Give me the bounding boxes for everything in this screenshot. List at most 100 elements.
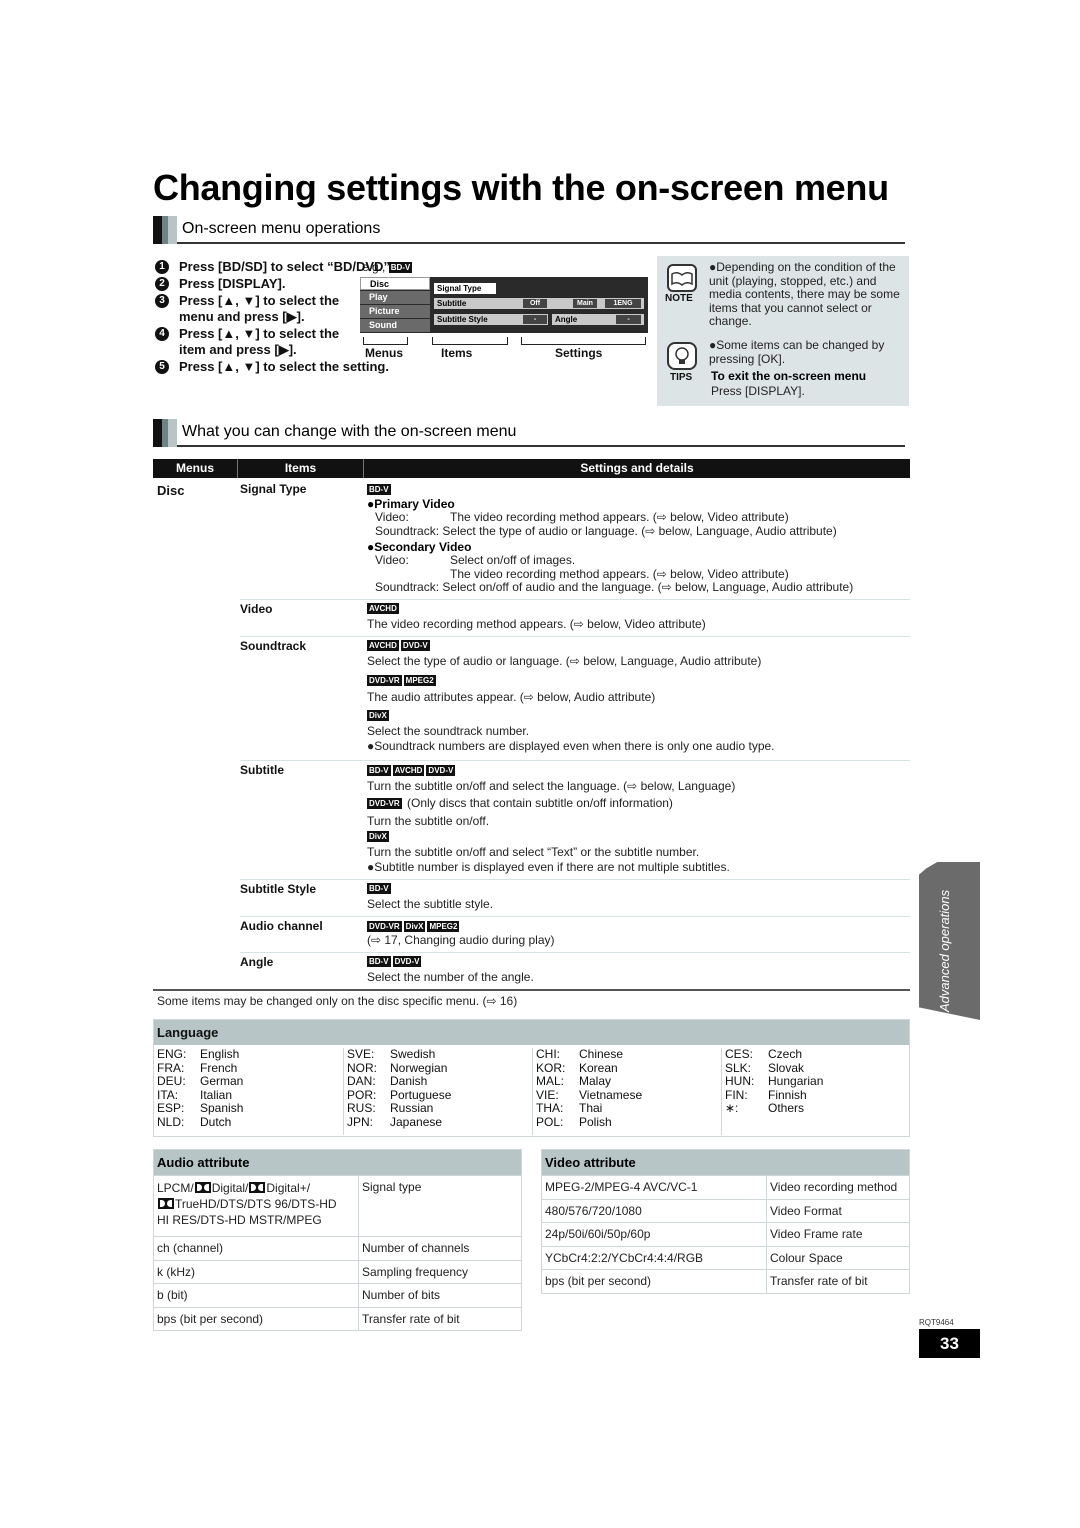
dolby-logo-icon (249, 1182, 266, 1193)
language-code: ITA: (157, 1087, 179, 1102)
page-number: 33 (919, 1329, 980, 1358)
audio-channel-text: (⇨ 17, Changing audio during play) (367, 933, 555, 947)
step-3: 3 Press [▲, ▼] to select the menu and pre… (155, 293, 360, 325)
language-name: Dutch (200, 1114, 232, 1129)
disc-type-tag: DVD-V (400, 640, 430, 652)
row-divider (240, 760, 910, 761)
language-name: Finnish (768, 1087, 807, 1102)
language-name: Russian (390, 1101, 434, 1115)
document-id: RQT9464 (919, 1318, 954, 1327)
audio-signal-meaning: Signal type (362, 1180, 422, 1194)
attribute-row: YCbCr4:2:2/YCbCr4:4:4/RGB Colour Space (542, 1245, 909, 1269)
language-name: Chinese (579, 1047, 624, 1061)
section-heading-operations: On-screen menu operations (153, 216, 905, 244)
language-entry: NOR: Norwegian (347, 1060, 532, 1076)
language-entry: VIE: Vietnamese (536, 1087, 721, 1103)
language-entry: THA: Thai (536, 1101, 721, 1116)
subtitle-text-4: Turn the subtitle on/off and select “Tex… (367, 845, 700, 859)
language-entry: ∗: Others (725, 1101, 910, 1116)
attribute-meaning: Video recording method (770, 1180, 898, 1194)
attribute-term: ch (channel) (154, 1237, 359, 1260)
attribute-row: bps (bit per second) Transfer rate of bit (154, 1306, 521, 1330)
disc-type-tag: DVD-V (426, 765, 456, 777)
osd-menu-disc: Disc (360, 277, 430, 290)
item-audio-channel: Audio channel (240, 919, 323, 933)
tips-label: TIPS (670, 372, 693, 383)
language-name: English (200, 1047, 240, 1061)
subtitle-style-tags: BD-V (367, 882, 393, 896)
audio-attribute-rows: ch (channel) Number of channels k (kHz) Sam… (154, 1236, 521, 1330)
language-table: Language ENG: English FRA: French DEU: German… (153, 1019, 910, 1137)
language-entry: RUS: Russian (347, 1101, 532, 1116)
language-entry: HUN: Hungarian (725, 1074, 910, 1089)
row-divider (240, 879, 910, 880)
language-code: CHI: (536, 1047, 560, 1061)
dolby-logo-icon (194, 1182, 211, 1193)
disc-type-tag: AVCHD (392, 765, 425, 777)
language-code: POR: (347, 1087, 377, 1102)
soundtrack-tags-3: DivX (367, 709, 391, 723)
language-entry: FIN: Finnish (725, 1087, 910, 1103)
osd-menus: Disc Play Picture Sound (360, 277, 430, 333)
subtitle-text-1: Turn the subtitle on/off and select the … (367, 779, 736, 793)
heading-bar-icon (153, 216, 177, 244)
language-entry: KOR: Korean (536, 1061, 721, 1076)
attribute-row: k (kHz) Sampling frequency (154, 1259, 521, 1283)
menu-disc-label: Disc (157, 483, 185, 498)
language-code: ∗: (725, 1101, 739, 1115)
tips-text: ●Some items can be changed by pressing [… (709, 338, 885, 366)
disc-type-tag: BD-V (367, 883, 391, 895)
language-code: CES: (725, 1047, 754, 1061)
osd-menu-play: Play (360, 291, 430, 304)
language-name: Spanish (200, 1101, 244, 1115)
language-code: THA: (536, 1101, 564, 1115)
note-tips-box: NOTE ●Depending on the condition of the … (657, 256, 909, 406)
disc-type-tag: DVD-VR (367, 921, 402, 933)
audio-attribute-title: Audio attribute (154, 1150, 521, 1175)
language-code: NOR: (347, 1060, 377, 1075)
settings-label: Settings (555, 346, 603, 360)
language-entry: MAL: Malay (536, 1074, 721, 1089)
attribute-term: YCbCr4:2:2/YCbCr4:4:4/RGB (542, 1246, 767, 1269)
audio-channel-tags: DVD-VR DivX MPEG2 (367, 920, 461, 934)
osd-value-angle: - (616, 315, 641, 324)
table-footnote: Some items may be changed only on the di… (157, 994, 518, 1008)
language-code: HUN: (725, 1074, 755, 1088)
step-number: 2 (155, 277, 169, 291)
audio-signal-types: LPCM/Digital/Digital+/ TrueHD/DTS/DTS 96… (154, 1176, 359, 1236)
attribute-meaning: Video Format (770, 1203, 842, 1218)
language-entry: POL: Polish (536, 1115, 721, 1130)
field-text: Select on/off of images. (450, 553, 576, 567)
soundtrack-text-3: Select the soundtrack number. (367, 724, 530, 738)
secondary-video-row: Video: Select on/off of images. (375, 553, 576, 568)
secondary-soundtrack-row: Soundtrack: Select on/off of audio and t… (375, 580, 853, 595)
disc-type-tag: BD-V (388, 262, 413, 274)
disc-type-tag: DivX (367, 710, 389, 722)
signal-type-tags: BD-V (367, 483, 393, 497)
disc-type-tag: BD-V (367, 956, 391, 968)
attribute-term: 24p/50i/60i/50p/60p (542, 1223, 767, 1246)
language-entry: CHI: Chinese (536, 1047, 721, 1062)
disc-type-tag: DVD-VR (367, 675, 402, 687)
note-text: ●Depending on the condition of the unit … (709, 260, 900, 328)
angle-tags: BD-V DVD-V (367, 955, 423, 969)
video-attribute-rows: MPEG-2/MPEG-4 AVC/VC-1 Video recording me… (542, 1175, 909, 1293)
step-text: Press [▲, ▼] to select the item and pres… (179, 326, 340, 357)
language-column: CHI: Chinese KOR: Korean MAL: Malay VIE: Vietna… (532, 1047, 721, 1135)
attribute-meaning: Transfer rate of bit (770, 1274, 868, 1288)
language-column: ENG: English FRA: French DEU: German ITA: Itali… (154, 1047, 343, 1135)
primary-video-heading: ●Primary Video (367, 497, 455, 511)
step-number: 3 (155, 294, 169, 308)
step-text: Press [▲, ▼] to select the menu and pres… (179, 293, 340, 324)
osd-value-subtitle-main: Main (573, 299, 597, 308)
step-text: Press [▲, ▼] to select the setting. (179, 359, 389, 374)
language-name: German (200, 1074, 244, 1088)
field-text: The video recording method appears. (⇨ b… (450, 510, 789, 524)
attribute-term: bps (bit per second) (154, 1307, 359, 1330)
language-code: JPN: (347, 1114, 374, 1129)
tips-lightbulb-icon (667, 342, 697, 370)
disc-type-tag: DVD-VR (367, 798, 402, 810)
osd-menu-example: Disc Play Picture Sound Signal Type Subt… (360, 277, 648, 333)
tips-exit-text: Press [DISPLAY]. (711, 384, 805, 398)
language-code: VIE: (536, 1087, 559, 1102)
